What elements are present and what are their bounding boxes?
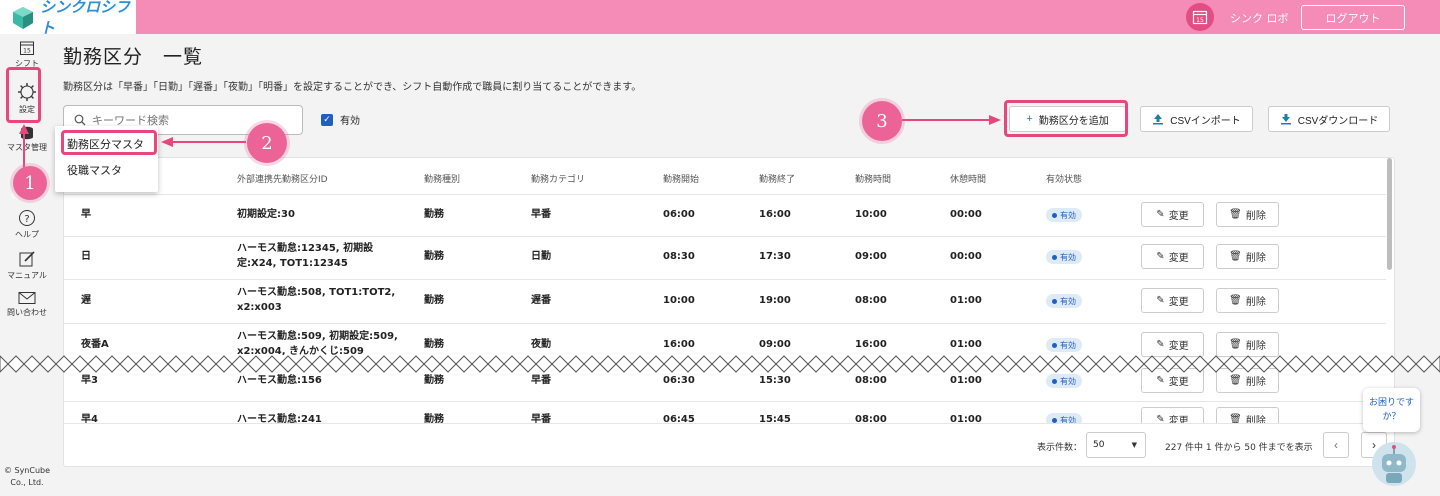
annotation-arrows: [19, 115, 1001, 168]
annotation-step-2: 2: [247, 123, 287, 163]
annotation-step-3: 3: [862, 101, 902, 141]
annotation-step-1: 1: [13, 166, 47, 200]
